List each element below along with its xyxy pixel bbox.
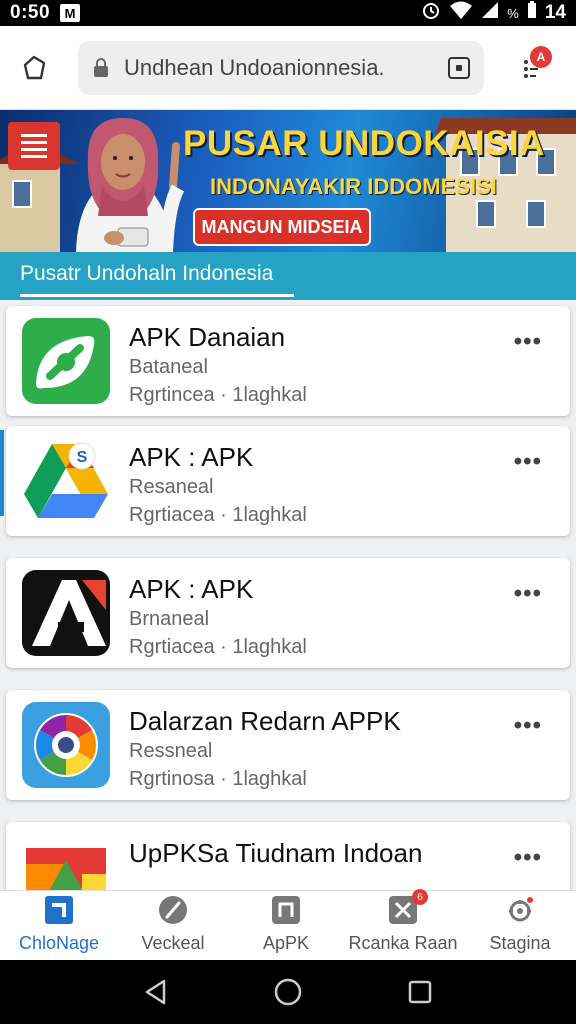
alarm-icon [421,0,441,26]
banner-cta-button[interactable]: MANGUN MIDSEIA [193,208,371,246]
section-tab-indicator [20,294,294,297]
app-name: Dalarzan Redarn APPK [129,706,401,736]
app-meta: Rgrtincea · 1laghkal [129,384,307,406]
home-nav-button[interactable] [268,972,308,1012]
apps-icon [271,895,301,925]
nav-label: ApPK [262,933,310,953]
more-options-icon[interactable]: ••• [514,448,542,476]
app-developer: Bataneal [129,356,208,378]
list-item[interactable]: APK : APK Brnaneal Rgrtiacea · 1laghkal … [6,558,570,668]
more-options-icon[interactable]: ••• [514,844,542,872]
nav-badge: 6 [412,889,428,905]
triangle-drive-icon: S [22,438,110,524]
nav-label: Stagina [489,933,551,953]
app-name: APK : APK [129,442,254,472]
nav-label: Rcanka Raan [348,933,458,953]
home-icon [23,55,46,79]
banner-subtitle: INDONAYAKIR IDDOMESISI [210,174,497,199]
app-developer: Resaneal [129,476,214,498]
promo-banner[interactable]: PUSAR UNDOKAISIA INDONAYAKIR IDDOMESISI … [0,110,576,252]
app-meta: Rgrtinosa · 1laghkal [129,768,307,790]
square-recents-icon [408,980,432,1004]
more-options-icon[interactable]: ••• [514,328,542,356]
hamburger-menu-button[interactable] [8,122,60,170]
more-options-icon[interactable]: ••• [514,712,542,740]
app-name: APK Danaian [129,322,286,352]
green-leaf-icon [22,318,110,404]
address-bar[interactable]: Undhean Undoanionnesia. [78,40,484,95]
app-name: APK : APK [129,574,254,604]
menu-badge: A [530,45,552,68]
section-title[interactable]: Pusatr Undohaln Indonesia [20,262,273,286]
circle-home-icon [274,978,302,1006]
status-icons: % 14 [421,0,566,26]
recents-button[interactable] [400,972,440,1012]
app-developer: Brnaneal [129,608,210,630]
bottom-navigation: ChloNage Veckeal ApPK 6 Rcanka Raan Stag… [0,889,576,961]
list-item[interactable]: Dalarzan Redarn APPK Ressneal Rgrtinosa … [6,690,570,800]
tabs-icon[interactable] [448,56,470,79]
back-button[interactable] [136,972,176,1012]
nav-label: ChloNage [18,933,100,953]
app-meta: Rgrtiacea · 1laghkal [129,636,307,658]
battery-icon [527,1,537,25]
battery-percent: % [507,5,519,21]
notification-icon: M [60,4,81,22]
list-item[interactable]: UpPKSa Tiudnam Indoan ••• [6,822,570,890]
black-a-icon [22,570,110,656]
compass-icon [158,895,188,925]
home-square-icon [44,895,74,925]
nav-label: Veckeal [141,933,205,953]
home-button[interactable] [12,46,56,90]
settings-icon [505,895,535,925]
list-item[interactable]: APK Danaian Bataneal Rgrtincea · 1laghka… [6,306,570,416]
nav-item-veckeal[interactable]: Veckeal [122,891,224,961]
browser-toolbar: Undhean Undoanionnesia. A [0,26,576,110]
tools-icon: 6 [388,889,428,925]
system-navigation [0,960,576,1024]
back-icon [145,979,166,1005]
menu-button[interactable]: A [510,45,554,90]
app-meta: Rgrtiacea · 1laghkal [129,504,307,526]
status-bar: 0:50 M % 14 [0,0,576,26]
signal-icon [481,1,499,25]
status-number: 14 [544,2,566,23]
lock-icon [92,57,110,79]
section-header: Pusatr Undohaln Indonesia [0,252,576,300]
app-name: UpPKSa Tiudnam Indoan [129,838,423,868]
banner-title: PUSAR UNDOKAISIA [183,124,545,163]
wifi-icon [449,0,473,26]
nav-item-rcanka-raan[interactable]: 6 Rcanka Raan [342,889,464,961]
list-item[interactable]: S APK : APK Resaneal Rgrtiacea · 1laghka… [0,426,570,536]
app-list[interactable]: APK Danaian Bataneal Rgrtincea · 1laghka… [0,300,576,890]
status-time: 0:50 [10,2,51,23]
nav-item-home[interactable]: ChloNage [4,891,114,961]
svg-text:S: S [77,449,88,466]
app-developer: Ressneal [129,740,213,762]
nav-item-apk[interactable]: ApPK [236,891,336,961]
url-text: Undhean Undoanionnesia. [124,54,385,80]
person-illustration [76,118,185,252]
color-wheel-icon [22,702,110,788]
more-options-icon[interactable]: ••• [514,580,542,608]
nav-item-stagina[interactable]: Stagina [470,891,570,961]
colorful-blocks-icon [22,834,110,890]
